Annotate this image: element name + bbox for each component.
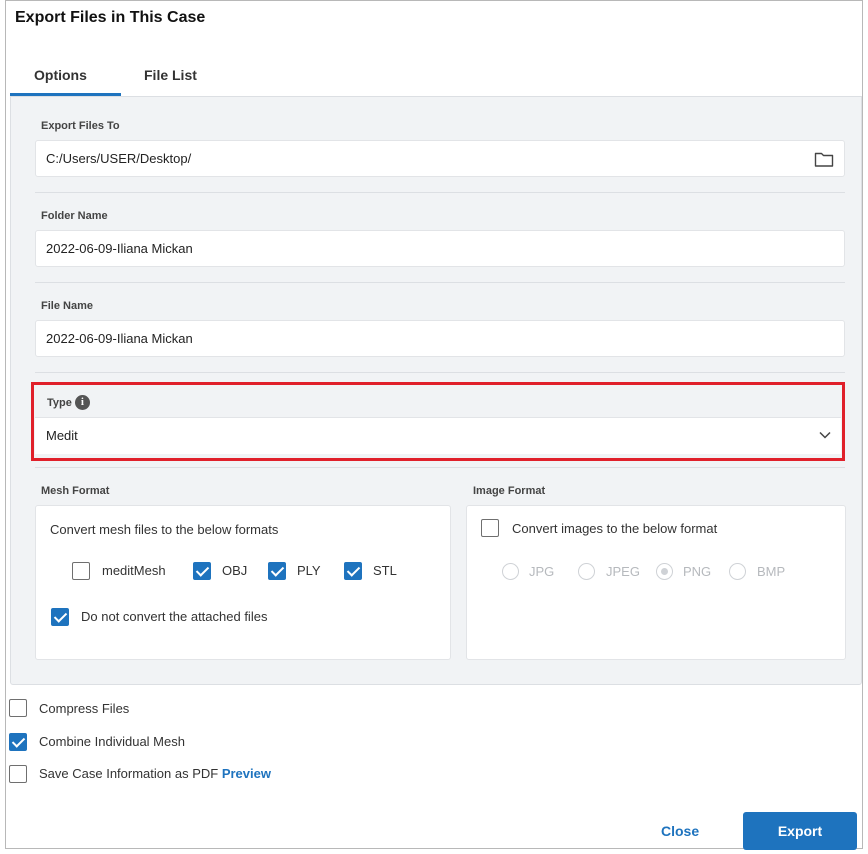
type-select[interactable]: Medit — [35, 417, 841, 454]
export-dialog: Export Files in This Case Options File L… — [5, 0, 863, 850]
divider — [35, 372, 845, 373]
stl-label: STL — [373, 563, 397, 578]
stl-checkbox[interactable] — [344, 562, 362, 580]
convert-images-checkbox[interactable] — [481, 519, 499, 537]
divider — [35, 282, 845, 283]
type-select-value: Medit — [46, 428, 78, 443]
obj-checkbox[interactable] — [193, 562, 211, 580]
info-icon[interactable]: i — [74, 395, 90, 410]
obj-label: OBJ — [222, 563, 248, 578]
export-path-input[interactable]: C:/Users/USER/Desktop/ — [35, 140, 845, 177]
convert-images-label: Convert images to the below format — [512, 521, 718, 536]
save-pdf-text: Save Case Information as PDF — [39, 766, 219, 781]
export-button[interactable]: Export — [743, 812, 857, 850]
jpeg-radio[interactable] — [578, 563, 595, 580]
bmp-label: BMP — [757, 564, 786, 579]
jpeg-label: JPEG — [606, 564, 640, 579]
type-label: Type i — [47, 395, 90, 410]
no-convert-label: Do not convert the attached files — [81, 609, 268, 624]
png-radio[interactable] — [656, 563, 673, 580]
ply-checkbox[interactable] — [268, 562, 286, 580]
file-name-value: 2022-06-09-Iliana Mickan — [46, 331, 193, 346]
mesh-format-label: Mesh Format — [41, 485, 110, 497]
image-format-label: Image Format — [473, 485, 546, 497]
folder-name-value: 2022-06-09-Iliana Mickan — [46, 241, 193, 256]
image-format-card: Convert images to the below format JPG J… — [466, 505, 846, 660]
meditmesh-checkbox[interactable] — [72, 562, 90, 580]
save-pdf-label: Save Case Information as PDF Preview — [39, 766, 271, 781]
tab-file-list[interactable]: File List — [144, 67, 197, 83]
combine-mesh-checkbox[interactable] — [9, 733, 27, 751]
meditmesh-label: meditMesh — [102, 563, 166, 578]
export-path-value: C:/Users/USER/Desktop/ — [46, 151, 192, 166]
bmp-radio[interactable] — [729, 563, 746, 580]
png-label: PNG — [683, 564, 712, 579]
divider — [35, 192, 845, 193]
jpg-radio[interactable] — [502, 563, 519, 580]
type-label-text: Type — [47, 396, 72, 409]
tab-options[interactable]: Options — [34, 67, 87, 83]
close-button[interactable]: Close — [661, 823, 699, 839]
compress-files-label: Compress Files — [39, 701, 130, 716]
file-name-input[interactable]: 2022-06-09-Iliana Mickan — [35, 320, 845, 357]
folder-name-input[interactable]: 2022-06-09-Iliana Mickan — [35, 230, 845, 267]
chevron-down-icon — [819, 431, 831, 439]
export-to-label: Export Files To — [41, 120, 120, 132]
no-convert-checkbox[interactable] — [51, 608, 69, 626]
mesh-format-description: Convert mesh files to the below formats — [50, 522, 279, 537]
dialog-title: Export Files in This Case — [15, 9, 206, 26]
preview-link[interactable]: Preview — [222, 766, 271, 781]
folder-icon[interactable] — [814, 150, 834, 168]
type-highlight: Type i Medit — [31, 382, 845, 461]
jpg-label: JPG — [529, 564, 555, 579]
ply-label: PLY — [297, 563, 321, 578]
compress-files-checkbox[interactable] — [9, 699, 27, 717]
divider — [35, 467, 845, 468]
folder-name-label: Folder Name — [41, 210, 108, 222]
mesh-format-card: Convert mesh files to the below formats … — [35, 505, 451, 660]
combine-mesh-label: Combine Individual Mesh — [39, 734, 185, 749]
file-name-label: File Name — [41, 300, 93, 312]
save-pdf-checkbox[interactable] — [9, 765, 27, 783]
